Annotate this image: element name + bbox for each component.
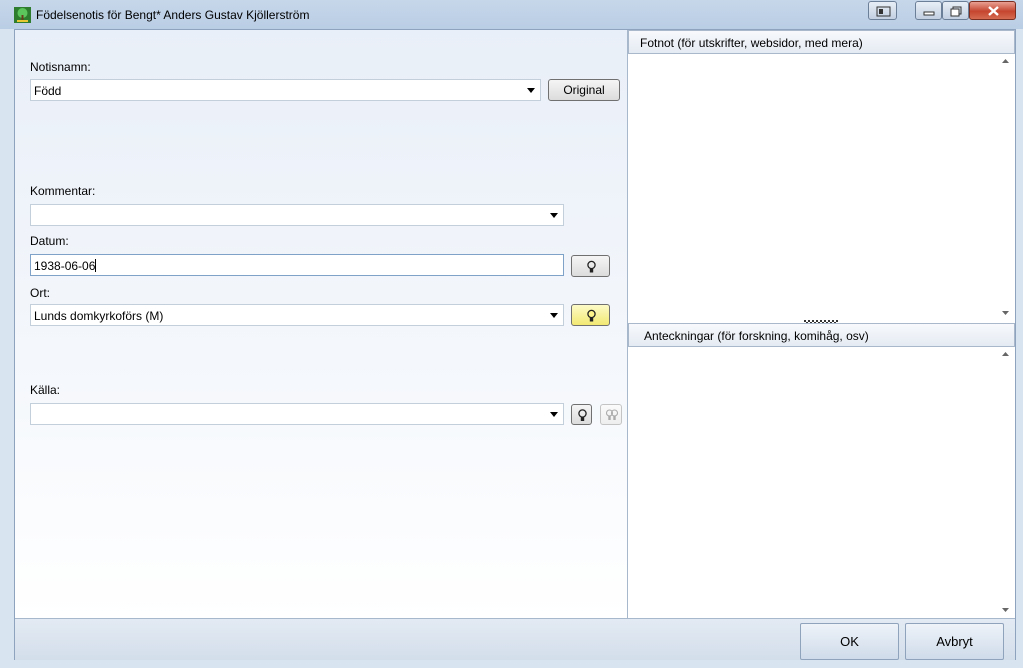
- chevron-down-icon[interactable]: [550, 213, 558, 218]
- minimize-icon: [923, 11, 935, 16]
- ort-combobox[interactable]: Lunds domkyrkoförs (M): [30, 304, 564, 326]
- minimize-button[interactable]: [915, 1, 942, 20]
- datum-label: Datum:: [30, 234, 69, 248]
- notisnamn-label: Notisnamn:: [30, 60, 91, 74]
- scroll-up-arrow-icon[interactable]: [1002, 352, 1009, 356]
- ok-button[interactable]: OK: [800, 623, 899, 660]
- datum-value: 1938-06-06: [34, 259, 96, 273]
- datum-hint-button[interactable]: [571, 255, 610, 277]
- lightbulb-icon: [587, 260, 596, 273]
- fotnot-scrollbar[interactable]: [1000, 55, 1013, 319]
- multiple-lightbulbs-icon: [605, 409, 619, 420]
- kalla-multi-hint-button[interactable]: [600, 404, 622, 425]
- scroll-down-arrow-icon[interactable]: [1002, 608, 1009, 612]
- kalla-label: Källa:: [30, 383, 61, 397]
- cancel-button[interactable]: Avbryt: [905, 623, 1004, 660]
- kommentar-combobox[interactable]: [30, 204, 564, 226]
- window-layout-button[interactable]: [868, 1, 897, 20]
- notisnamn-value: Född: [34, 84, 62, 98]
- lightbulb-icon: [578, 409, 587, 421]
- fotnot-header-label: Fotnot (för utskrifter, websidor, med me…: [640, 36, 863, 50]
- anteckningar-scrollbar[interactable]: [1000, 348, 1013, 616]
- fotnot-textarea[interactable]: [628, 55, 1000, 319]
- family-tree-app-icon: [14, 7, 31, 23]
- original-button[interactable]: Original: [548, 79, 620, 101]
- ort-value: Lunds domkyrkoförs (M): [34, 309, 164, 323]
- title-bar: Födelsenotis för Bengt* Anders Gustav Kj…: [0, 0, 1023, 29]
- anteckningar-header-label: Anteckningar (för forskning, komihåg, os…: [644, 329, 869, 343]
- window-layout-icon: [876, 6, 891, 17]
- dialog-client-area: Notisnamn: Född Original Kommentar: Datu…: [14, 29, 1016, 660]
- notes-pane: Fotnot (för utskrifter, websidor, med me…: [628, 30, 1015, 618]
- ort-hint-button[interactable]: [571, 304, 610, 326]
- kalla-combobox[interactable]: [30, 403, 564, 425]
- lightbulb-icon: [587, 309, 596, 322]
- maximize-button[interactable]: [942, 1, 969, 20]
- close-icon: [988, 6, 999, 16]
- text-caret: [95, 259, 97, 272]
- chevron-down-icon[interactable]: [550, 313, 558, 318]
- scroll-up-arrow-icon[interactable]: [1002, 59, 1009, 63]
- anteckningar-header: Anteckningar (för forskning, komihåg, os…: [628, 323, 1015, 347]
- chevron-down-icon[interactable]: [527, 88, 535, 93]
- restore-icon: [950, 6, 962, 17]
- window-title: Födelsenotis för Bengt* Anders Gustav Kj…: [36, 8, 310, 22]
- datum-input[interactable]: 1938-06-06: [30, 254, 564, 276]
- dialog-button-bar: OK Avbryt: [15, 618, 1015, 660]
- notisnamn-combobox[interactable]: Född: [30, 79, 541, 101]
- kommentar-label: Kommentar:: [30, 184, 96, 198]
- anteckningar-textarea[interactable]: [628, 348, 1000, 616]
- ort-label: Ort:: [30, 286, 50, 300]
- chevron-down-icon[interactable]: [550, 412, 558, 417]
- fotnot-header: Fotnot (för utskrifter, websidor, med me…: [628, 30, 1015, 54]
- event-form-pane: Notisnamn: Född Original Kommentar: Datu…: [15, 30, 628, 618]
- close-window-button[interactable]: [969, 1, 1016, 20]
- scroll-down-arrow-icon[interactable]: [1002, 311, 1009, 315]
- kalla-hint-button[interactable]: [571, 404, 592, 425]
